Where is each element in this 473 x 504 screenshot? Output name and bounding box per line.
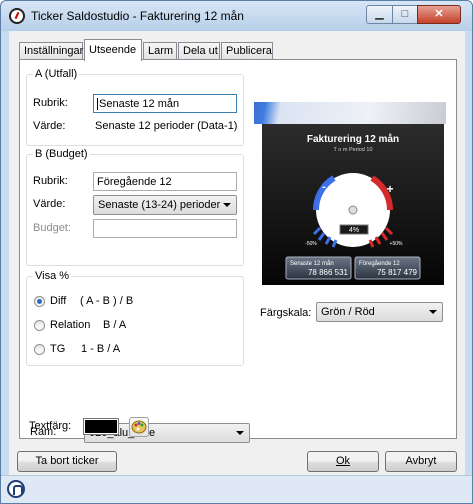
group-b-budget-input[interactable] — [93, 219, 237, 238]
group-a-rubrik-label: Rubrik: — [33, 97, 68, 109]
preview-right-box-label: Föregående 12 — [359, 260, 400, 267]
tab-page-utseende: A (Utfall) Rubrik: Senaste 12 mån Värde:… — [19, 59, 457, 443]
minimize-button[interactable]: ▁ — [366, 5, 393, 24]
diff-formula: ( A - B ) / B — [80, 295, 134, 307]
close-button[interactable]: ✕ — [417, 5, 461, 24]
group-b-budget: B (Budget) Rubrik: Föregående 12 Värde: … — [26, 148, 244, 266]
dialog-client: Inställningar Utseende Larm Dela ut Publ… — [9, 31, 465, 475]
maximize-icon: □ — [401, 8, 409, 20]
group-a-utfall: A (Utfall) Rubrik: Senaste 12 mån Värde:… — [26, 68, 244, 146]
cancel-button[interactable]: Avbryt — [385, 451, 457, 472]
gauge-svg: Fakturering 12 mån T o m Period 10 - + 4… — [262, 124, 444, 285]
tab-utseende[interactable]: Utseende — [84, 39, 142, 61]
tab-label: Utseende — [89, 44, 137, 56]
preview-left-box-label: Senaste 12 mån — [290, 260, 334, 267]
textfarg-swatch[interactable] — [83, 418, 119, 435]
diff-label[interactable]: Diff — [50, 295, 66, 307]
tab-label: Larm — [148, 45, 174, 57]
maximize-button[interactable]: □ — [392, 5, 418, 24]
group-a-varde-value: Senaste 12 perioder (Data-1) — [95, 120, 238, 132]
dropdown-arrow-icon — [223, 203, 231, 207]
gauge-percent-value: 4% — [349, 227, 359, 234]
preview-title: Fakturering 12 mån — [307, 133, 399, 145]
status-bar — [1, 475, 472, 503]
tab-label: Inställningar — [24, 45, 84, 57]
diff-radio[interactable] — [34, 296, 45, 307]
group-a-legend: A (Utfall) — [33, 68, 80, 80]
tab-label: Dela ut — [183, 45, 218, 57]
dialog-window: Ticker Saldostudio - Fakturering 12 mån … — [0, 0, 473, 504]
group-a-rubrik-input[interactable]: Senaste 12 mån — [93, 94, 237, 113]
palette-button[interactable] — [129, 417, 149, 437]
lock-icon — [7, 480, 25, 498]
ticker-preview: Fakturering 12 mån T o m Period 10 - + 4… — [254, 102, 446, 287]
tab-installningar[interactable]: Inställningar — [19, 42, 83, 60]
title-bar[interactable]: Ticker Saldostudio - Fakturering 12 mån … — [1, 1, 472, 31]
gauge-plus-label: + — [386, 182, 393, 196]
remove-ticker-button[interactable]: Ta bort ticker — [17, 451, 117, 472]
tab-dela-ut[interactable]: Dela ut — [178, 42, 220, 60]
group-b-varde-select[interactable]: Senaste (13-24) perioder — [93, 195, 237, 215]
window-title: Ticker Saldostudio - Fakturering 12 mån — [31, 9, 244, 23]
group-a-varde-label: Värde: — [33, 120, 66, 132]
gauge-right-scale: +50% — [390, 241, 403, 247]
textfarg-label: Textfärg: — [29, 420, 72, 432]
gauge-app-icon — [9, 8, 25, 24]
tab-publicera[interactable]: Publicera — [221, 42, 273, 60]
fargskala-label: Färgskala: — [260, 307, 312, 319]
ok-label: Ok — [335, 455, 351, 467]
palette-icon — [131, 420, 147, 434]
tg-label[interactable]: TG — [50, 343, 65, 355]
relation-radio[interactable] — [34, 320, 45, 331]
dropdown-arrow-icon — [236, 431, 244, 435]
fargskala-value: Grön / Röd — [321, 306, 375, 318]
fargskala-select[interactable]: Grön / Röd — [316, 302, 443, 322]
text-caret — [97, 98, 98, 111]
group-b-varde-value: Senaste (13-24) perioder — [98, 199, 221, 211]
visa-legend: Visa % — [33, 270, 72, 282]
cancel-label: Avbryt — [405, 455, 437, 467]
gauge-left-scale: -50% — [305, 241, 317, 247]
group-a-rubrik-value: Senaste 12 mån — [99, 98, 180, 110]
tg-formula: 1 - B / A — [81, 343, 121, 355]
relation-label[interactable]: Relation — [50, 319, 90, 331]
tab-larm[interactable]: Larm — [143, 42, 177, 60]
tg-radio[interactable] — [34, 344, 45, 355]
group-b-legend: B (Budget) — [33, 148, 90, 160]
preview-right-box-value: 75 817 479 — [377, 268, 418, 277]
tab-label: Publicera — [226, 45, 272, 57]
close-icon: ✕ — [434, 8, 444, 20]
group-visa-procent: Visa % Diff ( A - B ) / B Relation B / A… — [26, 270, 244, 366]
group-b-rubrik-value: Föregående 12 — [97, 176, 172, 188]
group-b-rubrik-label: Rubrik: — [33, 175, 68, 187]
group-b-rubrik-input[interactable]: Föregående 12 — [93, 172, 237, 191]
gauge-hub — [348, 205, 358, 215]
ok-button[interactable]: Ok — [307, 451, 379, 472]
relation-formula: B / A — [103, 319, 127, 331]
remove-ticker-label: Ta bort ticker — [35, 455, 99, 467]
group-b-varde-label: Värde: — [33, 198, 66, 210]
preview-left-box-value: 78 866 531 — [308, 268, 349, 277]
minimize-icon: ▁ — [375, 8, 384, 20]
preview-subtitle: T o m Period 10 — [333, 147, 372, 153]
gauge-minus-label: - — [322, 181, 326, 193]
group-b-budget-label: Budget: — [33, 222, 71, 234]
dropdown-arrow-icon — [429, 310, 437, 314]
